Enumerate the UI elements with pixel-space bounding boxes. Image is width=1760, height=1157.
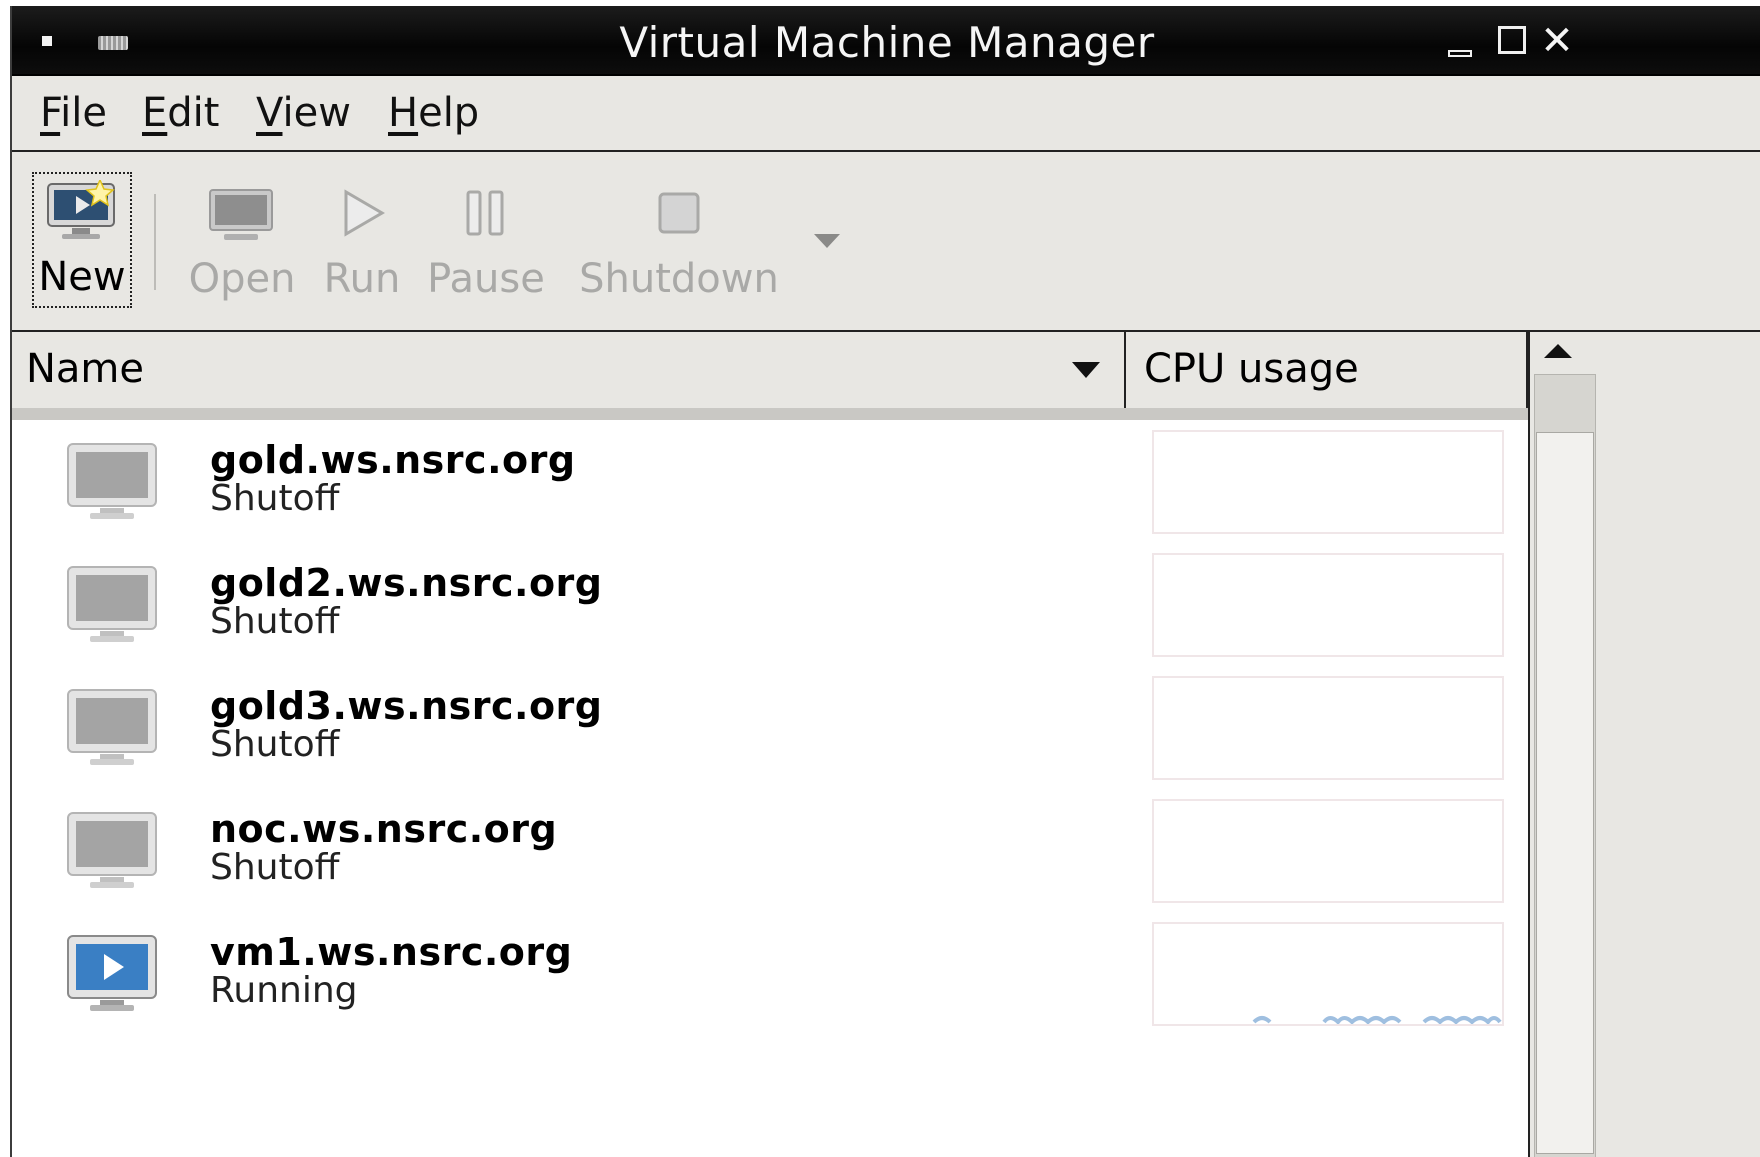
new-vm-button[interactable]: New (32, 172, 132, 308)
open-label: Open (188, 256, 296, 302)
main-window: Virtual Machine Manager ✕ File Edit View… (10, 6, 1760, 1157)
scroll-thumb[interactable] (1536, 432, 1594, 1154)
new-vm-icon (47, 180, 115, 239)
vm-name: gold3.ws.nsrc.org (210, 684, 603, 728)
vm-name: vm1.ws.nsrc.org (210, 930, 573, 974)
vm-status: Shutoff (210, 478, 340, 519)
vm-status: Running (210, 970, 358, 1011)
toolbar-separator (154, 194, 156, 290)
maximize-icon[interactable] (1496, 24, 1530, 58)
vm-list: gold.ws.nsrc.org Shutoff gold2.ws.nsrc.o… (12, 420, 1528, 1157)
vm-status: Shutoff (210, 601, 340, 642)
vm-off-icon (67, 689, 157, 765)
toolbar: New Open Run Pause Shutdown (12, 152, 1760, 332)
minimize-icon[interactable] (1444, 24, 1478, 58)
column-header-name[interactable]: Name (12, 332, 1126, 408)
play-icon (344, 189, 385, 237)
monitor-icon (209, 189, 273, 240)
vm-status: Shutoff (210, 724, 340, 765)
sort-dropdown-icon[interactable] (1072, 362, 1100, 378)
title-bar[interactable]: Virtual Machine Manager ✕ (12, 6, 1760, 76)
column-cpu-label: CPU usage (1144, 346, 1359, 392)
close-icon[interactable]: ✕ (1540, 21, 1574, 61)
vm-row[interactable]: gold2.ws.nsrc.org Shutoff (12, 543, 1528, 666)
cpu-usage-graph (1152, 676, 1504, 780)
menu-bar: File Edit View Help (12, 76, 1760, 152)
vm-row[interactable]: noc.ws.nsrc.org Shutoff (12, 789, 1528, 912)
menu-edit[interactable]: Edit (142, 90, 219, 136)
vm-status: Shutoff (210, 847, 340, 888)
vm-row[interactable]: vm1.ws.nsrc.org Running (12, 912, 1528, 1035)
scroll-up-arrow-icon[interactable] (1544, 344, 1572, 358)
column-name-label: Name (26, 346, 145, 392)
cpu-usage-graph (1152, 430, 1504, 534)
shutdown-label: Shutdown (579, 256, 779, 302)
vm-running-icon (67, 935, 157, 1011)
menu-help[interactable]: Help (388, 90, 479, 136)
menu-file[interactable]: File (40, 90, 107, 136)
vm-name: gold.ws.nsrc.org (210, 438, 576, 482)
vm-name: noc.ws.nsrc.org (210, 807, 558, 851)
cpu-sparkline (1252, 1016, 1502, 1024)
pause-label: Pause (427, 256, 545, 302)
vm-row[interactable]: gold.ws.nsrc.org Shutoff (12, 420, 1528, 543)
host-group-row (12, 408, 1528, 420)
cpu-usage-graph (1152, 553, 1504, 657)
vm-off-icon (67, 566, 157, 642)
vm-off-icon (67, 443, 157, 519)
run-label: Run (323, 256, 401, 302)
stop-icon (658, 192, 700, 234)
new-label: New (38, 254, 126, 300)
column-header-cpu[interactable]: CPU usage (1128, 332, 1528, 408)
shutdown-menu-arrow-icon[interactable] (814, 234, 840, 248)
menu-view[interactable]: View (256, 90, 351, 136)
vm-list-header: Name CPU usage (12, 332, 1528, 410)
vertical-scrollbar[interactable] (1528, 332, 1760, 1157)
vm-name: gold2.ws.nsrc.org (210, 561, 603, 605)
cpu-usage-graph (1152, 922, 1504, 1026)
pause-icon (466, 190, 504, 236)
cpu-usage-graph (1152, 799, 1504, 903)
vm-off-icon (67, 812, 157, 888)
vm-row[interactable]: gold3.ws.nsrc.org Shutoff (12, 666, 1528, 789)
